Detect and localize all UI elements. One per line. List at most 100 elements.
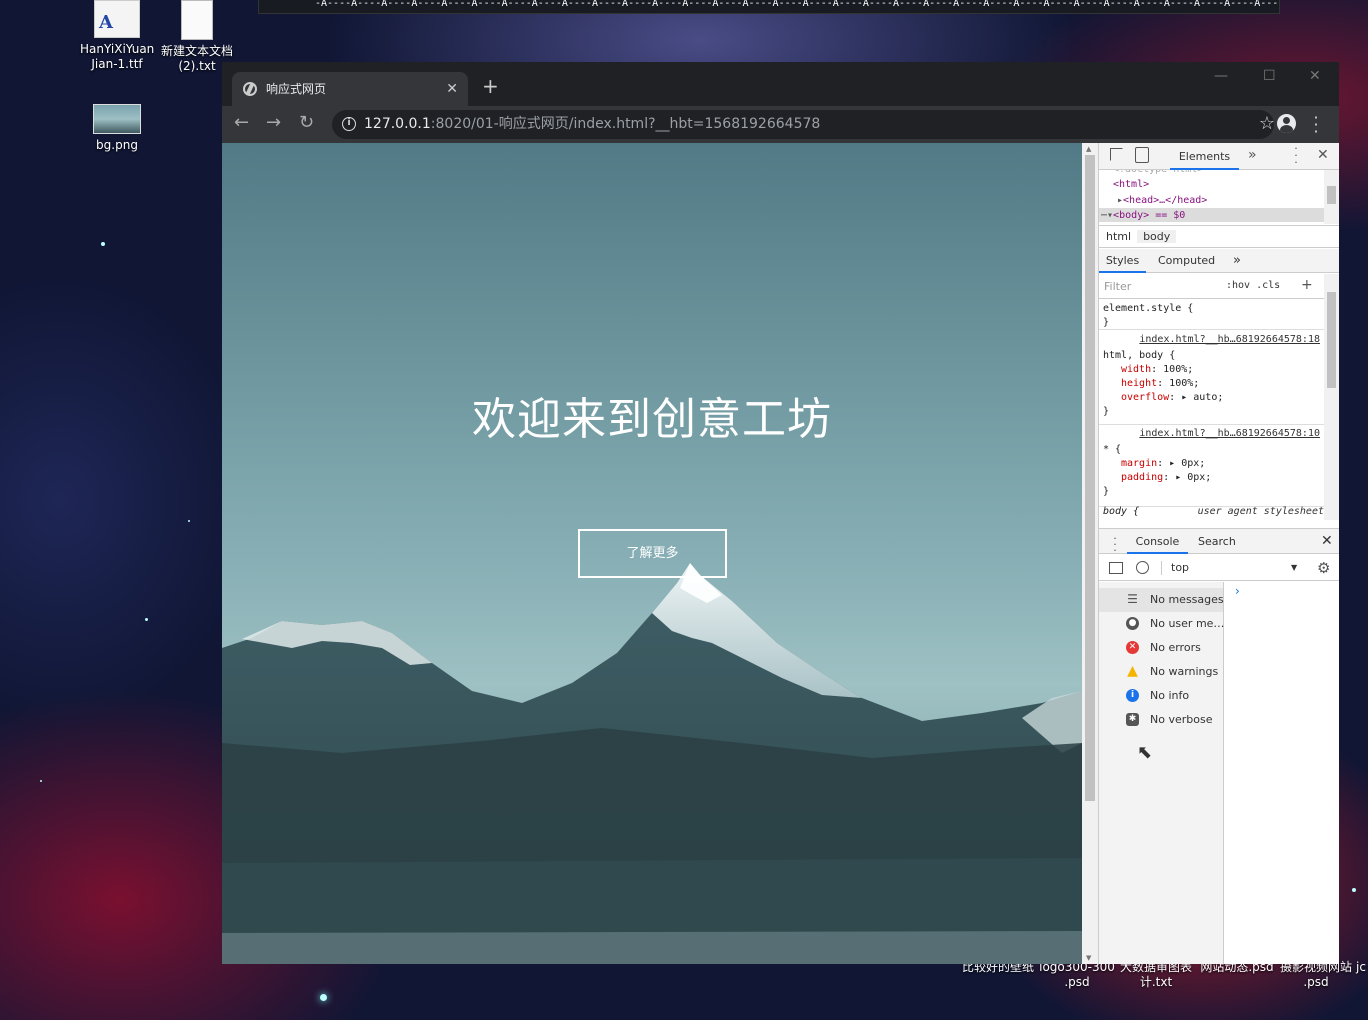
styles-tab-bar: Styles Computed » — [1099, 249, 1339, 273]
info-icon: i — [1126, 689, 1139, 702]
devtools-menu-icon[interactable]: · · · — [1293, 143, 1299, 168]
console-filter-user[interactable]: ● No user me… — [1099, 612, 1224, 636]
user-icon: ● — [1126, 617, 1139, 630]
console-filter-warnings[interactable]: ▲ No warnings — [1099, 660, 1223, 684]
url-host: 127.0.0.1 — [364, 116, 431, 132]
tab-computed[interactable]: Computed — [1158, 249, 1215, 273]
rule-html-body[interactable]: index.html?__hb…68192664578:18 html, bod… — [1099, 333, 1324, 425]
console-filter-info[interactable]: i No info — [1099, 684, 1223, 708]
styles-filter-input[interactable]: Filter — [1104, 279, 1214, 295]
rule-source-link[interactable]: index.html?__hb…68192664578:18 — [1139, 333, 1320, 347]
back-icon[interactable]: ← — [234, 114, 249, 132]
drawer-menu-icon[interactable]: · · · — [1112, 533, 1118, 556]
rule-selector: body { — [1103, 506, 1140, 517]
tab-console[interactable]: Console — [1127, 529, 1188, 554]
browser-tab[interactable]: 响应式网页 ✕ — [232, 72, 468, 106]
hov-cls-toggles[interactable]: :hov .cls — [1226, 274, 1280, 298]
new-tab-button[interactable]: + — [482, 76, 499, 96]
reload-icon[interactable]: ↻ — [299, 114, 314, 132]
mouse-cursor-icon: ⬉ — [1137, 742, 1153, 763]
styles-scrollbar[interactable] — [1324, 274, 1339, 520]
rule-source-ua: user agent stylesheet — [1197, 506, 1324, 517]
rule-user-agent[interactable]: body { user agent stylesheet — [1103, 506, 1324, 517]
error-icon: ✕ — [1126, 641, 1139, 654]
drawer-tab-bar: · · · Console Search ✕ — [1099, 528, 1339, 556]
site-info-icon[interactable]: i — [342, 117, 356, 131]
star — [320, 994, 327, 1001]
desktop-icon-label[interactable]: 摄影视频网站 .psd — [1276, 960, 1356, 990]
css-property[interactable]: padding: ▸ 0px; — [1103, 471, 1324, 485]
scroll-down-arrow[interactable]: ▼ — [1086, 954, 1091, 962]
console-filter-verbose[interactable]: ✱ No verbose — [1099, 708, 1223, 732]
tab-styles[interactable]: Styles — [1099, 249, 1146, 273]
minimize-button[interactable]: — — [1214, 68, 1228, 84]
learn-more-button[interactable]: 了解更多 — [578, 529, 727, 578]
context-selector[interactable]: top — [1171, 555, 1189, 581]
css-property[interactable]: width: 100%; — [1103, 363, 1324, 377]
dom-line[interactable]: ⋯▾<body> == $0 — [1101, 208, 1185, 224]
devtools-close-icon[interactable]: ✕ — [1317, 147, 1329, 163]
rule-source-link[interactable]: index.html?__hb…68192664578:10 — [1139, 427, 1320, 441]
drawer-close-icon[interactable]: ✕ — [1321, 529, 1333, 554]
desktop-icon-label[interactable]: logo300-300 .psd — [1038, 960, 1116, 990]
toolbar-divider — [1161, 561, 1162, 575]
profile-avatar-icon[interactable] — [1277, 114, 1296, 133]
breadcrumb: html body — [1099, 225, 1339, 248]
dom-scrollbar[interactable] — [1324, 170, 1339, 224]
more-style-tabs-icon[interactable]: » — [1233, 249, 1241, 273]
rule-element-style[interactable]: element.style { } — [1099, 300, 1324, 330]
desktop-icon-label[interactable]: 大数据审图表 计.txt — [1116, 960, 1196, 990]
forward-icon[interactable]: → — [266, 114, 281, 132]
console-filter-errors[interactable]: ✕ No errors — [1099, 636, 1223, 660]
console-toolbar: top ▼ ⚙ — [1099, 555, 1339, 581]
bookmark-star-icon[interactable]: ☆ — [1259, 113, 1275, 134]
bug-icon: ✱ — [1126, 713, 1139, 726]
close-window-button[interactable]: ✕ — [1309, 68, 1321, 84]
star — [40, 780, 42, 782]
desktop-icon-label[interactable]: jc — [1354, 960, 1368, 975]
gear-icon[interactable]: ⚙ — [1317, 555, 1330, 581]
more-tabs-icon[interactable]: » — [1248, 147, 1257, 163]
styles-filter-bar: Filter :hov .cls + — [1099, 274, 1324, 299]
tab-elements[interactable]: Elements — [1170, 143, 1239, 170]
hero-title: 欢迎来到创意工坊 — [472, 394, 832, 445]
dom-line[interactable]: <html> — [1113, 177, 1149, 193]
clear-console-icon[interactable] — [1136, 561, 1149, 574]
css-property[interactable]: overflow: ▸ auto; — [1103, 391, 1324, 405]
star — [145, 618, 148, 621]
chevron-down-icon[interactable]: ▼ — [1291, 555, 1297, 581]
kebab-menu-icon[interactable]: · · · — [1312, 110, 1320, 140]
globe-icon — [243, 82, 257, 96]
top-window-strip: -A----A----A----A----A----A----A----A---… — [258, 0, 1280, 14]
console-prompt[interactable]: › — [1235, 584, 1240, 598]
desktop-icon-label: bg.png — [96, 138, 138, 152]
scrollbar-thumb[interactable] — [1085, 155, 1095, 801]
maximize-button[interactable]: ☐ — [1263, 68, 1276, 84]
font-file-icon: A — [94, 0, 140, 38]
console-sidebar: ☰ No messages ● No user me… ✕ No errors … — [1099, 582, 1224, 964]
breadcrumb-item-html[interactable]: html — [1106, 230, 1131, 243]
devtools-panel: Elements » ··· ✕ <!doctype html> <html> … — [1098, 143, 1339, 964]
page-scrollbar[interactable]: ▲ ▼ — [1082, 143, 1098, 964]
dom-tree[interactable]: <!doctype html> <html> ▸<head>…</head> ⋯… — [1099, 170, 1340, 224]
warning-icon: ▲ — [1127, 663, 1138, 679]
tab-search[interactable]: Search — [1198, 529, 1236, 554]
desktop-icon-font[interactable]: A HanYiXiYuan Jian-1.ttf — [80, 0, 154, 72]
desktop-icon-bg-png[interactable]: bg.png — [80, 104, 154, 153]
sidebar-toggle-icon[interactable] — [1109, 562, 1123, 574]
rule-universal[interactable]: index.html?__hb…68192664578:10 * { margi… — [1099, 427, 1324, 507]
console-filter-messages[interactable]: ☰ No messages — [1099, 588, 1224, 612]
device-toolbar-icon[interactable] — [1135, 147, 1149, 163]
list-icon: ☰ — [1127, 592, 1138, 606]
inspect-element-icon[interactable] — [1110, 148, 1123, 161]
css-property[interactable]: height: 100%; — [1103, 377, 1324, 391]
breadcrumb-item-body[interactable]: body — [1137, 230, 1177, 243]
address-bar[interactable]: i 127.0.0.1:8020/01-响应式网页/index.html?__h… — [332, 110, 1275, 139]
dom-line[interactable]: ▸<head>…</head> — [1117, 193, 1207, 209]
tab-close-icon[interactable]: ✕ — [446, 72, 458, 106]
page-viewport: 欢迎来到创意工坊 了解更多 — [222, 143, 1082, 964]
new-rule-plus-icon[interactable]: + — [1301, 273, 1313, 297]
css-property[interactable]: margin: ▸ 0px; — [1103, 457, 1324, 471]
url-text[interactable]: 127.0.0.1:8020/01-响应式网页/index.html?__hbt… — [364, 117, 820, 132]
scroll-up-arrow[interactable]: ▲ — [1086, 145, 1091, 153]
